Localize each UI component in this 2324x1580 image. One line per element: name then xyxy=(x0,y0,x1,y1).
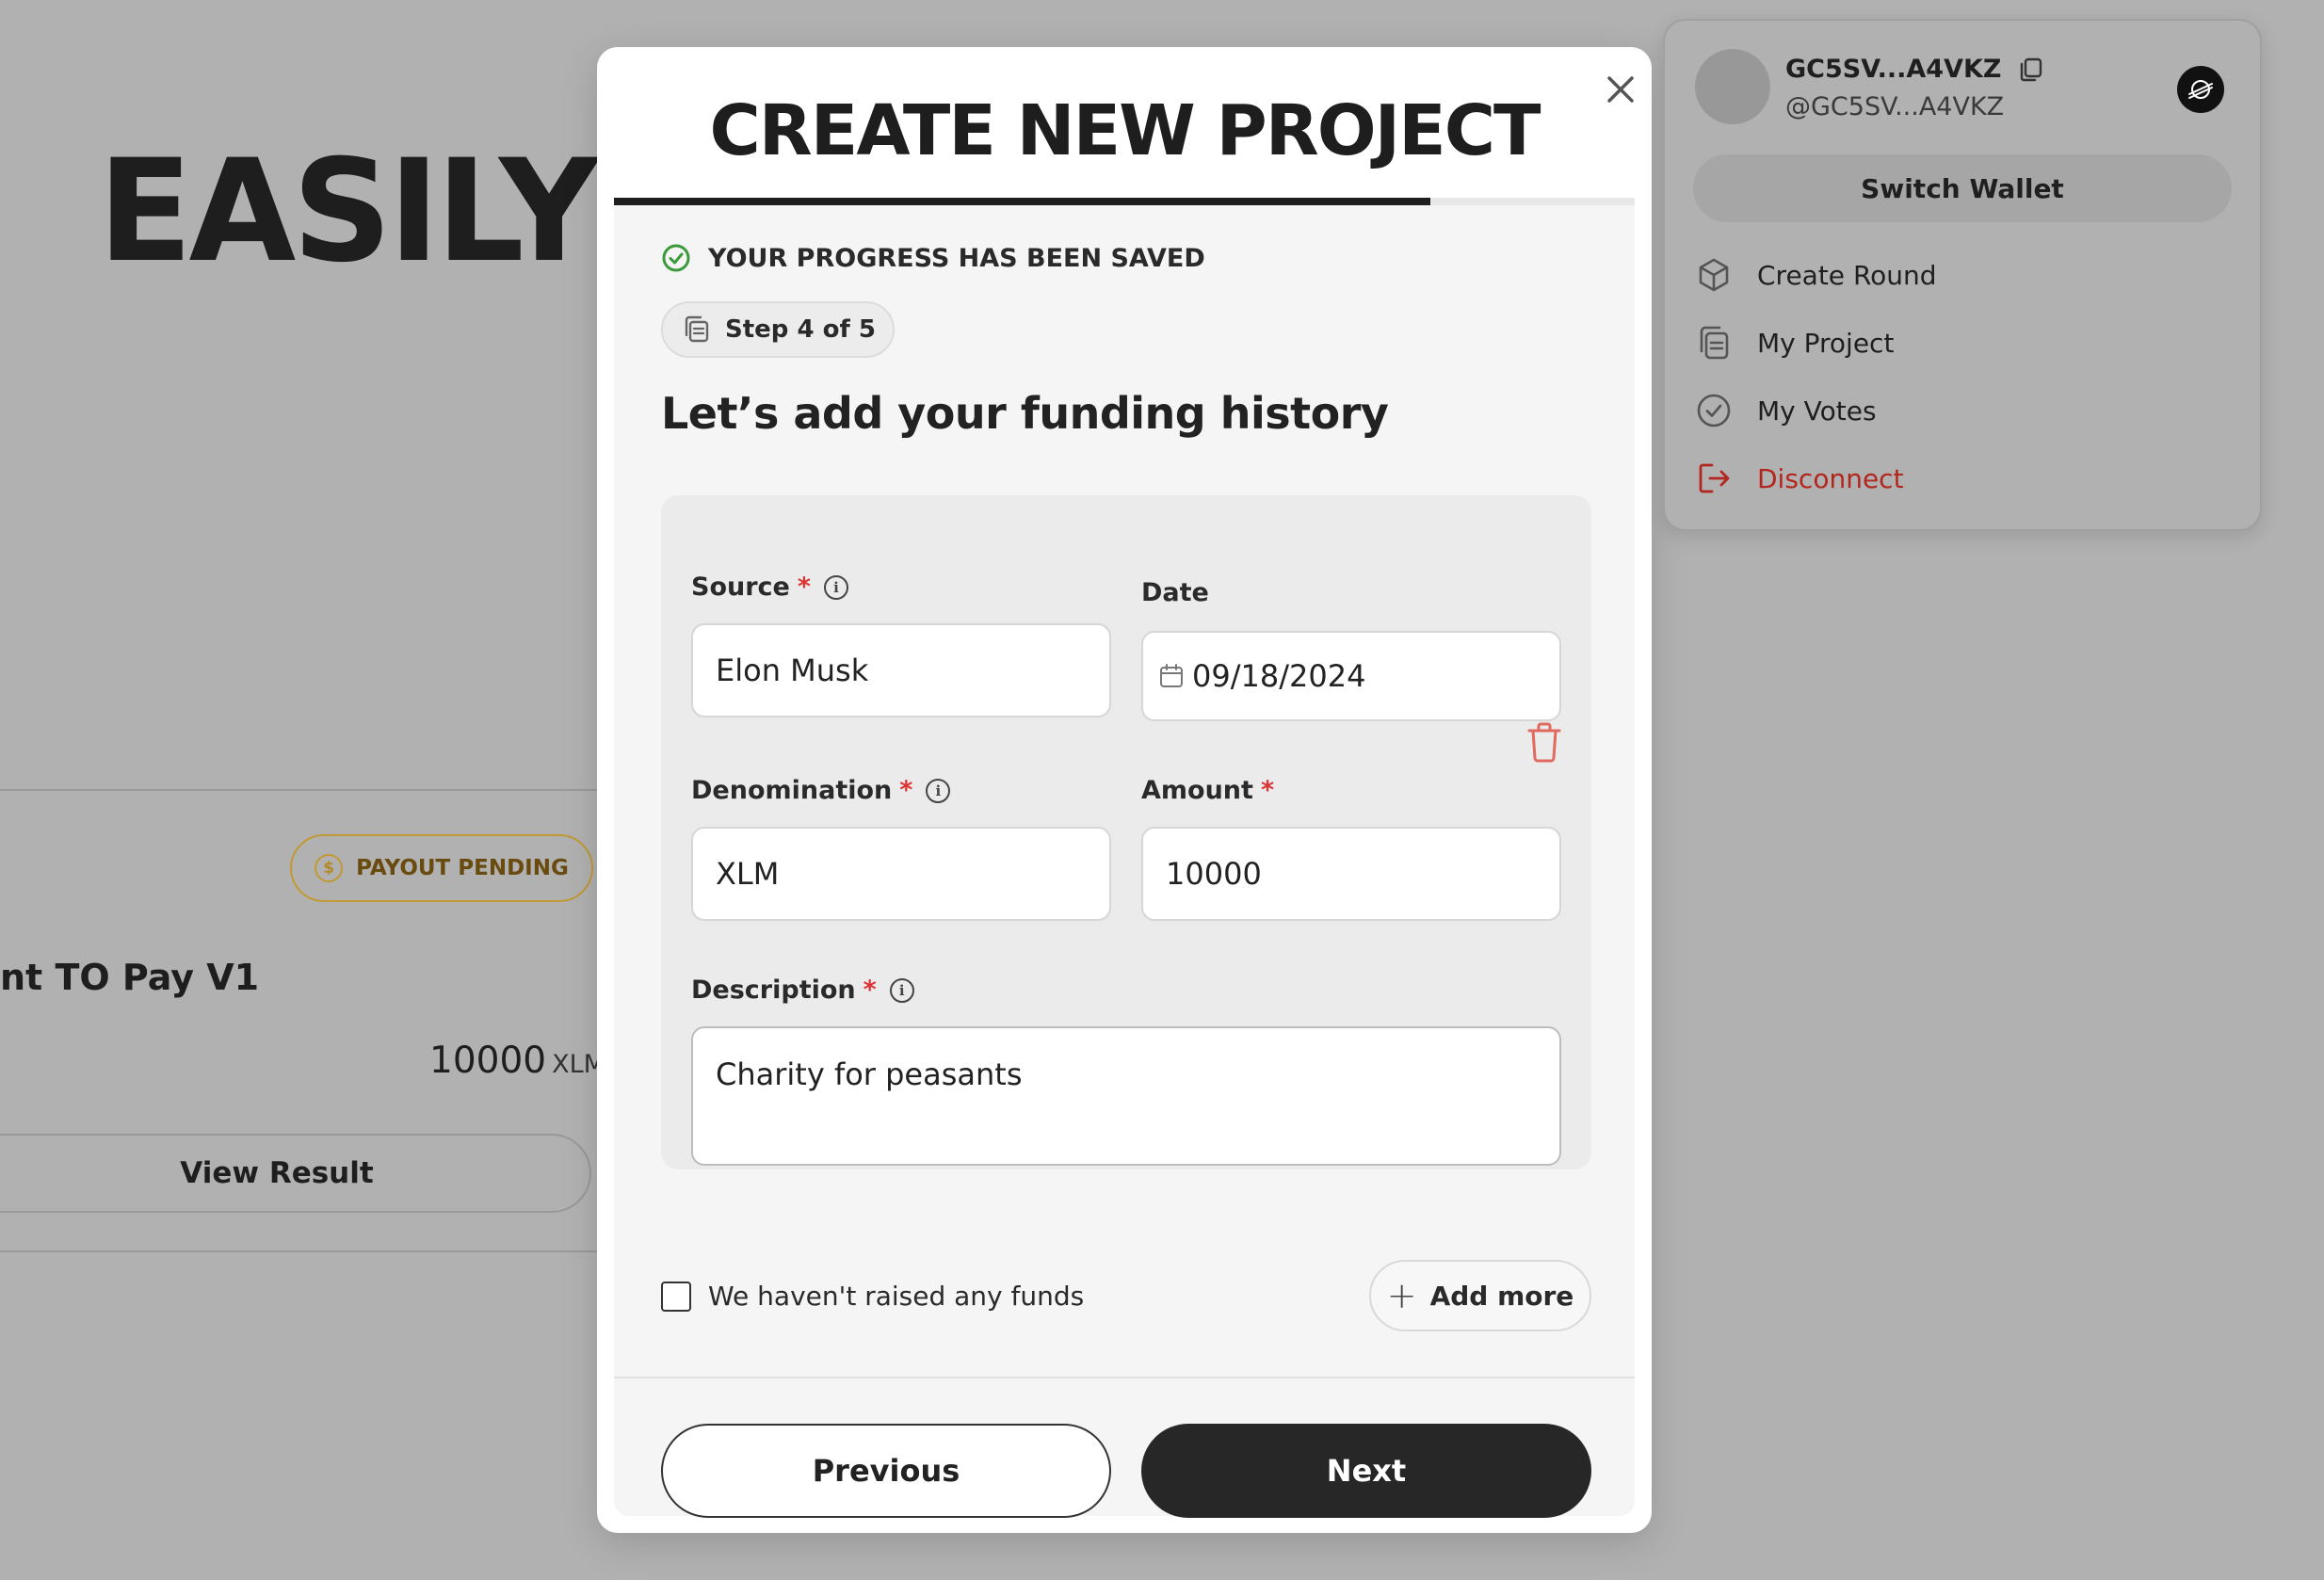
source-label-text: Source xyxy=(691,572,790,602)
required-marker: * xyxy=(1260,776,1275,805)
check-circle-icon xyxy=(1697,394,1731,427)
logout-icon xyxy=(1699,463,1730,493)
date-input[interactable]: 09/18/2024 xyxy=(1141,631,1561,721)
dollar-coin-icon: $ xyxy=(315,854,344,882)
add-more-button[interactable]: + Add more xyxy=(1369,1260,1591,1331)
modal-title: CREATE NEW PROJECT xyxy=(709,90,1541,171)
divider xyxy=(0,1250,603,1252)
info-icon[interactable]: i xyxy=(889,977,914,1003)
menu-item-label: Disconnect xyxy=(1757,462,1904,494)
saved-status: YOUR PROGRESS HAS BEEN SAVED xyxy=(661,243,1205,273)
denomination-input[interactable]: XLM xyxy=(691,827,1111,921)
menu-item-create-round[interactable]: Create Round xyxy=(1695,256,1937,294)
date-label-text: Date xyxy=(1141,578,1209,607)
required-marker: * xyxy=(899,776,913,805)
required-marker: * xyxy=(797,572,811,602)
round-card-title: nt TO Pay V1 xyxy=(0,957,260,998)
date-label: Date xyxy=(1141,578,1209,607)
menu-item-label: My Project xyxy=(1757,327,1895,359)
step-label: Step 4 of 5 xyxy=(725,315,876,344)
copy-icon[interactable] xyxy=(2016,56,2044,84)
step-indicator: Step 4 of 5 xyxy=(661,301,895,358)
progress-bar xyxy=(614,198,1431,205)
description-label-text: Description xyxy=(691,975,856,1005)
modal-body: YOUR PROGRESS HAS BEEN SAVED Step 4 of 5… xyxy=(614,205,1635,1518)
denomination-label: Denomination * i xyxy=(691,776,951,805)
documents-icon xyxy=(1700,326,1729,360)
previous-button[interactable]: Previous xyxy=(661,1424,1111,1518)
saved-text: YOUR PROGRESS HAS BEEN SAVED xyxy=(708,243,1205,273)
wallet-handle: @GC5SV...A4VKZ xyxy=(1785,92,2005,121)
menu-item-disconnect[interactable]: Disconnect xyxy=(1695,459,1904,497)
add-more-label: Add more xyxy=(1429,1280,1574,1312)
footer-divider xyxy=(614,1377,1635,1378)
check-circle-icon xyxy=(662,244,690,272)
cube-icon xyxy=(1699,258,1729,292)
menu-item-my-project[interactable]: My Project xyxy=(1695,324,1894,362)
amount-label-text: Amount xyxy=(1141,776,1253,805)
round-amount: 10000 XLM xyxy=(429,1040,605,1082)
wallet-address-text: GC5SV...A4VKZ xyxy=(1785,55,2002,84)
source-label: Source * i xyxy=(691,572,848,602)
plus-icon: + xyxy=(1386,1275,1417,1316)
wallet-address: GC5SV...A4VKZ xyxy=(1785,55,2044,84)
next-button[interactable]: Next xyxy=(1141,1424,1591,1518)
wallet-dropdown: GC5SV...A4VKZ @GC5SV...A4VKZ Switch Wall… xyxy=(1663,19,2262,531)
calendar-icon xyxy=(1160,664,1183,687)
avatar xyxy=(1695,49,1770,124)
step-heading: Let’s add your funding history xyxy=(661,388,1389,439)
view-result-button[interactable]: View Result xyxy=(0,1134,591,1213)
amount-value: 10000 xyxy=(429,1040,547,1082)
menu-item-my-votes[interactable]: My Votes xyxy=(1695,392,1877,429)
no-funds-label: We haven't raised any funds xyxy=(708,1281,1085,1312)
no-funds-checkbox[interactable] xyxy=(661,1281,691,1312)
payout-pending-badge: $ PAYOUT PENDING xyxy=(290,834,593,902)
menu-item-label: Create Round xyxy=(1757,259,1937,291)
description-label: Description * i xyxy=(691,975,914,1005)
source-input[interactable]: Elon Musk xyxy=(691,623,1111,717)
trash-icon[interactable] xyxy=(1525,721,1563,763)
badge-label: PAYOUT PENDING xyxy=(356,856,569,880)
info-icon[interactable]: i xyxy=(823,574,848,600)
no-funds-checkbox-row[interactable]: We haven't raised any funds xyxy=(661,1281,1084,1312)
switch-wallet-button[interactable]: Switch Wallet xyxy=(1693,154,2232,222)
stellar-logo-icon xyxy=(2177,66,2224,113)
amount-label: Amount * xyxy=(1141,776,1274,805)
menu-item-label: My Votes xyxy=(1757,395,1877,427)
info-icon[interactable]: i xyxy=(926,778,951,803)
date-value: 09/18/2024 xyxy=(1192,658,1366,694)
amount-input[interactable]: 10000 xyxy=(1141,827,1561,921)
required-marker: * xyxy=(863,975,877,1005)
description-textarea[interactable]: Charity for peasants xyxy=(691,1026,1561,1166)
divider xyxy=(0,789,603,791)
create-project-modal: CREATE NEW PROJECT YOUR PROGRESS HAS BEE… xyxy=(597,47,1652,1533)
documents-icon xyxy=(685,315,709,343)
denomination-label-text: Denomination xyxy=(691,776,893,805)
